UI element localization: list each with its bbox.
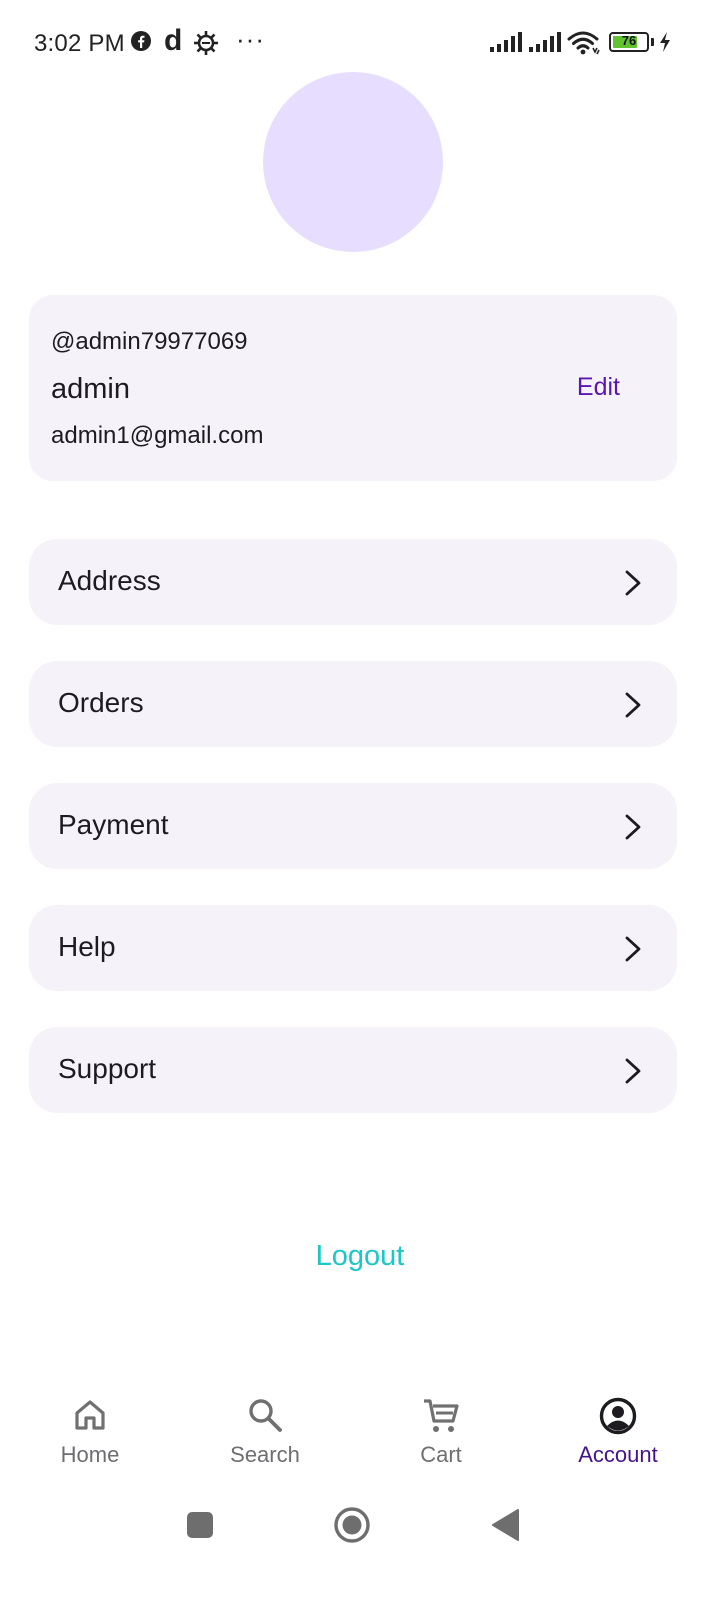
charging-bolt-icon xyxy=(658,31,672,58)
signal-icon xyxy=(528,30,562,59)
menu-item-payment[interactable]: Payment xyxy=(29,783,677,869)
wifi-icon xyxy=(567,30,601,61)
chevron-right-icon xyxy=(623,570,643,601)
cart-icon xyxy=(351,1397,531,1440)
gear-icon xyxy=(193,30,219,61)
menu-item-support[interactable]: Support xyxy=(29,1027,677,1113)
back-triangle-icon[interactable] xyxy=(491,1509,519,1546)
edit-profile-button[interactable]: Edit xyxy=(577,373,620,402)
nav-label: Account xyxy=(578,1442,658,1467)
account-icon xyxy=(528,1397,708,1440)
nav-label: Search xyxy=(230,1442,300,1467)
nav-cart[interactable]: Cart xyxy=(351,1382,531,1482)
signal-icon xyxy=(489,30,523,59)
battery-icon: 76 xyxy=(609,32,649,52)
home-circle-icon[interactable] xyxy=(333,1506,371,1549)
profile-card: @admin79977069 admin admin1@gmail.com Ed… xyxy=(29,295,677,481)
avatar[interactable] xyxy=(263,72,443,252)
profile-username: @admin79977069 xyxy=(51,328,248,355)
nav-home[interactable]: Home xyxy=(0,1382,180,1482)
bottom-navigation: Home Search Cart Account xyxy=(0,1382,720,1482)
d-app-icon: d xyxy=(164,24,183,57)
system-navigation-bar xyxy=(0,1486,720,1600)
menu-item-help[interactable]: Help xyxy=(29,905,677,991)
status-time: 3:02 PM xyxy=(34,30,125,57)
menu-item-label: Payment xyxy=(58,809,169,840)
search-icon xyxy=(175,1397,355,1438)
menu-item-label: Support xyxy=(58,1053,157,1084)
chevron-right-icon xyxy=(623,936,643,967)
nav-label: Cart xyxy=(420,1442,462,1467)
menu-item-label: Orders xyxy=(58,687,144,718)
menu-item-orders[interactable]: Orders xyxy=(29,661,677,747)
chevron-right-icon xyxy=(623,814,643,845)
nav-account[interactable]: Account xyxy=(528,1382,708,1482)
facebook-icon xyxy=(130,30,152,57)
home-icon xyxy=(0,1397,180,1438)
battery-level-text: 76 xyxy=(621,33,637,48)
menu-item-label: Help xyxy=(58,931,116,962)
profile-email: admin1@gmail.com xyxy=(51,422,264,449)
nav-search[interactable]: Search xyxy=(175,1382,355,1482)
logout-button[interactable]: Logout xyxy=(0,1240,720,1273)
profile-name: admin xyxy=(51,373,130,405)
menu-item-address[interactable]: Address xyxy=(29,539,677,625)
more-dots-icon: ··· xyxy=(236,24,265,54)
chevron-right-icon xyxy=(623,1058,643,1089)
nav-label: Home xyxy=(60,1442,120,1467)
battery-tip xyxy=(651,38,654,46)
menu-item-label: Address xyxy=(58,565,161,596)
chevron-right-icon xyxy=(623,692,643,723)
recents-square-icon[interactable] xyxy=(186,1511,214,1544)
